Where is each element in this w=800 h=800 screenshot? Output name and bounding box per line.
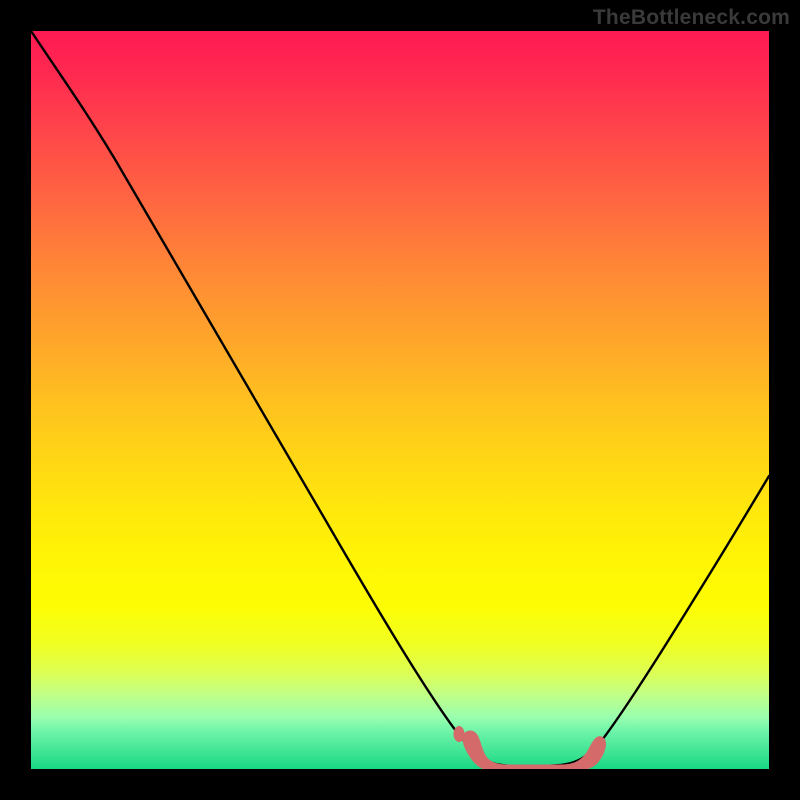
bottleneck-curve: [31, 31, 769, 766]
optimal-marker-dot: [454, 726, 465, 742]
chart-frame: TheBottleneck.com: [0, 0, 800, 800]
plot-area: [31, 31, 769, 769]
watermark-text: TheBottleneck.com: [593, 6, 790, 30]
optimal-marker: [463, 731, 606, 769]
curve-layer: [31, 31, 769, 769]
